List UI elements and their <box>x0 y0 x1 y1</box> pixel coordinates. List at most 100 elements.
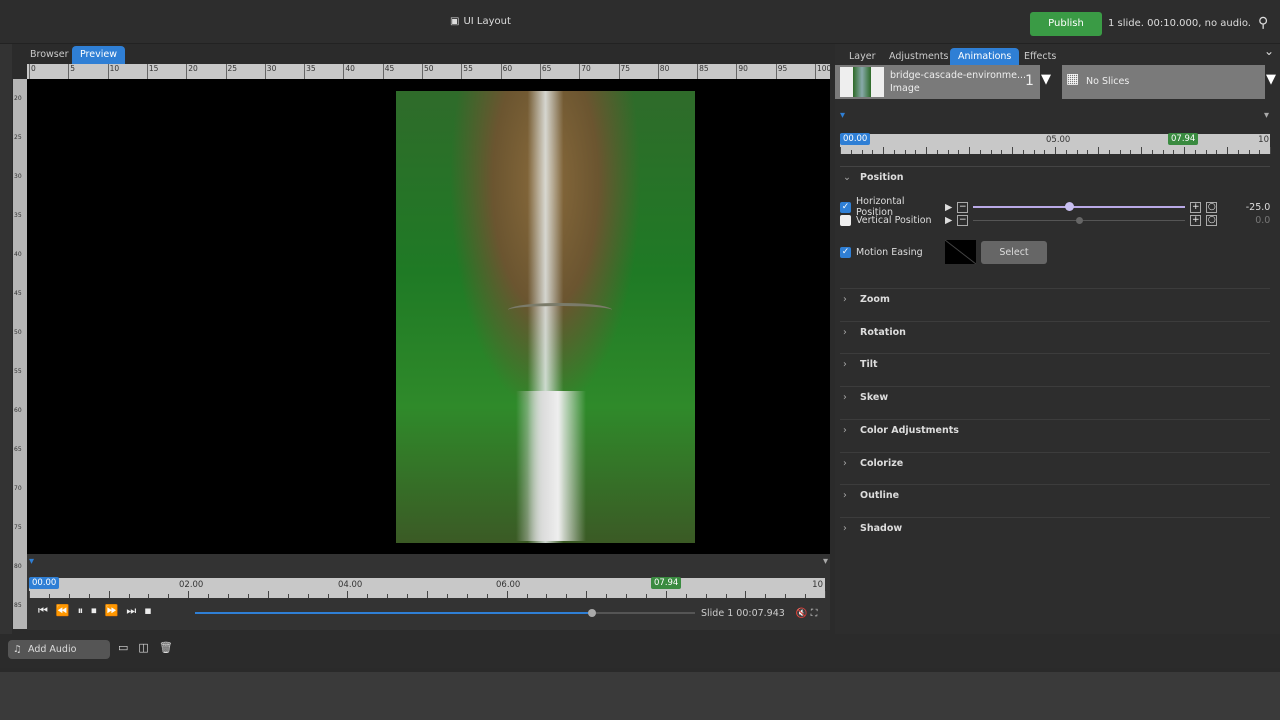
tab-browser[interactable]: Browser <box>22 46 77 64</box>
easing-select-button[interactable]: Select <box>981 240 1047 264</box>
tick-mark <box>861 150 863 154</box>
reset-icon[interactable]: ○ <box>1206 201 1218 213</box>
tick-mark <box>606 594 608 598</box>
ui-layout-button[interactable]: ▣ UI Layout <box>450 16 511 27</box>
tab-adjustments[interactable]: Adjustments <box>881 48 957 66</box>
end-marker[interactable]: ▾ <box>1264 110 1269 121</box>
slices-selector[interactable]: ▦ No Slices <box>1062 65 1265 99</box>
layer-dropdown-icon[interactable]: ▼ <box>1041 72 1051 87</box>
loop-icon[interactable]: ▪ <box>144 604 151 618</box>
tab-animations[interactable]: Animations <box>950 48 1020 66</box>
tick-mark <box>228 594 229 598</box>
ruler-tick-label: 45 <box>382 64 394 79</box>
section-shadow[interactable]: › Shadow <box>840 516 1270 550</box>
play-icon[interactable]: ▶ <box>945 202 952 213</box>
minus-icon[interactable]: − <box>957 201 969 213</box>
section-tilt[interactable]: › Tilt <box>840 353 1270 386</box>
slices-label: No Slices <box>1086 76 1130 87</box>
ruler-tick-label: 75 <box>618 64 630 79</box>
slider-knob[interactable] <box>1064 202 1074 211</box>
slider-knob[interactable] <box>1076 217 1084 224</box>
section-skew[interactable]: › Skew <box>840 386 1270 419</box>
playback-progress-slider[interactable] <box>195 609 695 617</box>
layer-selector[interactable]: bridge-cascade-environme... Image 1 <box>835 65 1040 99</box>
tick-mark <box>208 594 210 598</box>
tick-mark <box>850 150 852 154</box>
fullscreen-icon[interactable]: ⛶ <box>811 608 818 619</box>
section-colorize[interactable]: › Colorize <box>840 451 1270 485</box>
tab-effects[interactable]: Effects <box>1016 48 1064 66</box>
tick-mark <box>267 591 269 598</box>
section-position[interactable]: ⌄ Position <box>840 166 1270 199</box>
vertical-position-value[interactable]: 0.0 <box>1222 215 1270 226</box>
animation-timeline-ruler[interactable]: 00.00 05.00 07.94 10 <box>840 133 1271 154</box>
layer-thumbnail <box>840 67 884 97</box>
mute-icon[interactable]: 🔇 <box>796 608 808 619</box>
trash-icon[interactable]: 🗑 <box>159 641 173 654</box>
tick-mark <box>725 594 727 598</box>
section-color-adjustments[interactable]: › Color Adjustments <box>840 418 1270 452</box>
tick-mark <box>48 594 50 598</box>
chevron-right-icon: › <box>843 359 847 371</box>
project-status: 1 slide. 00:10.000, no audio. <box>1108 18 1251 29</box>
text-slide-icon[interactable]: ◫ <box>138 641 148 654</box>
fast-forward-icon[interactable]: ⏩ <box>105 604 119 618</box>
horizontal-position-slider[interactable] <box>973 202 1186 211</box>
tick-mark <box>883 147 884 154</box>
tick-mark <box>893 150 895 154</box>
tab-preview[interactable]: Preview <box>72 46 125 64</box>
vertical-position-checkbox[interactable] <box>840 215 851 226</box>
ruler-tick-label: 55 <box>14 368 22 375</box>
skip-end-icon[interactable]: ⏭ <box>126 604 136 618</box>
tick-mark <box>805 594 807 598</box>
ruler-tick-label: 90 <box>736 64 748 79</box>
waterfall-image[interactable] <box>396 91 695 543</box>
section-rotation[interactable]: › Rotation <box>840 320 1270 354</box>
horizontal-position-checkbox[interactable]: ✓ <box>840 201 851 213</box>
pause-icon[interactable]: ⏸ <box>78 604 84 618</box>
progress-fill <box>195 612 592 614</box>
reset-icon[interactable]: ○ <box>1206 215 1218 226</box>
tick-mark <box>1087 150 1089 154</box>
motion-easing-row: ✓ Motion Easing Select <box>840 240 1047 264</box>
start-marker[interactable]: ▾ <box>840 110 845 121</box>
tick-mark <box>1001 150 1003 154</box>
end-marker[interactable]: ▾ <box>823 556 828 567</box>
tick-mark <box>1173 150 1175 154</box>
start-marker[interactable]: ▾ <box>29 556 34 567</box>
add-audio-button[interactable]: ♫ Add Audio <box>8 640 110 659</box>
ruler-tick-label: 40 <box>343 64 355 79</box>
tick-mark <box>1184 147 1185 154</box>
tick-mark <box>1055 147 1056 154</box>
tick-mark <box>1194 150 1196 154</box>
progress-knob[interactable] <box>588 609 596 617</box>
section-zoom[interactable]: › Zoom <box>840 288 1270 321</box>
vertical-position-slider[interactable] <box>973 217 1186 224</box>
section-outline[interactable]: › Outline <box>840 484 1270 517</box>
publish-button[interactable]: Publish <box>1030 12 1102 36</box>
horizontal-position-value[interactable]: -25.0 <box>1222 202 1271 213</box>
ruler-tick-label: 60 <box>14 407 22 414</box>
timeline-ruler[interactable]: 00.00 02.00 04.00 06.00 07.94 10 <box>29 577 826 598</box>
rewind-icon[interactable]: ⏪ <box>56 604 70 618</box>
tick-mark <box>745 591 747 598</box>
skip-start-icon[interactable]: ⏮ <box>38 604 48 618</box>
ruler-tick-label: 0 <box>29 64 36 79</box>
slices-dropdown-icon[interactable]: ▼ <box>1266 72 1276 87</box>
play-icon[interactable]: ▶ <box>945 215 952 226</box>
stop-icon[interactable]: ⏹ <box>91 604 97 618</box>
tick-mark <box>1130 150 1132 154</box>
motion-easing-checkbox[interactable]: ✓ <box>840 246 851 258</box>
plus-icon[interactable]: + <box>1190 215 1202 226</box>
chevron-right-icon: › <box>843 490 847 502</box>
plus-icon[interactable]: + <box>1190 201 1202 213</box>
tick-mark <box>872 150 874 154</box>
tick-mark <box>68 594 70 598</box>
blank-slide-icon[interactable]: ▭ <box>118 641 128 654</box>
panel-collapse-icon[interactable]: ⌄ <box>1264 44 1274 58</box>
tab-layer[interactable]: Layer <box>841 48 884 66</box>
ruler-tick-label: 35 <box>14 212 22 219</box>
search-icon[interactable]: ⚲ <box>1258 15 1268 31</box>
minus-icon[interactable]: − <box>957 215 969 226</box>
ruler-tick-label: 80 <box>14 563 22 570</box>
